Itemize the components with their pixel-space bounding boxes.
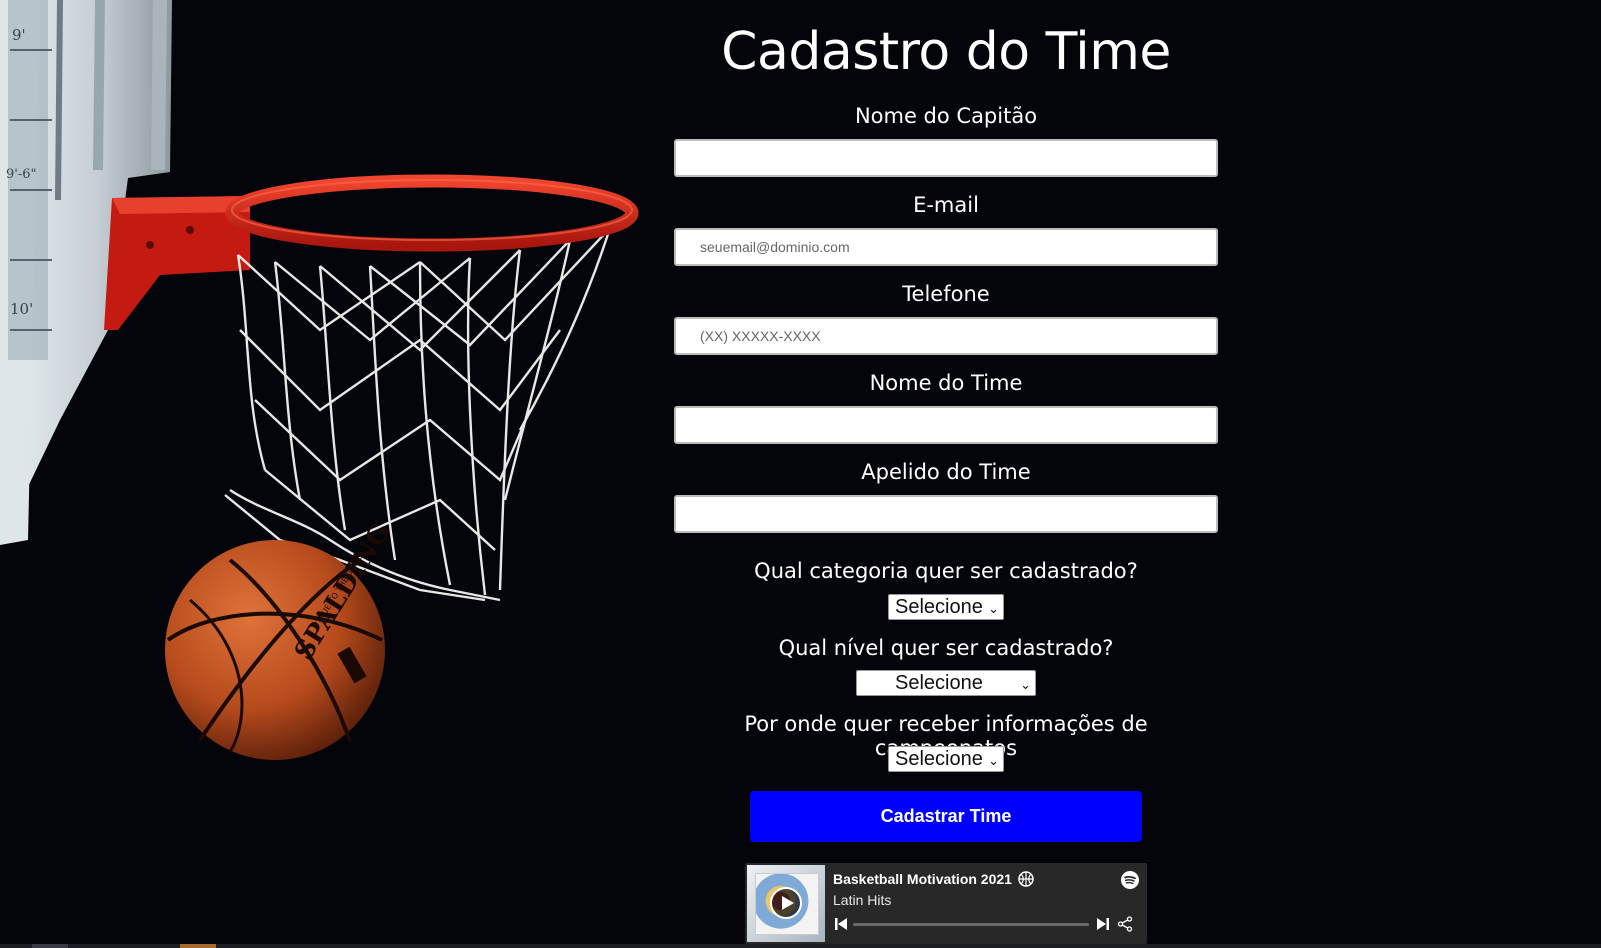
artist-name[interactable]: Latin Hits: [833, 892, 891, 908]
album-cover[interactable]: [747, 865, 825, 942]
track-title-row: Basketball Motivation 2021: [833, 871, 1034, 887]
captain-name-input[interactable]: [674, 139, 1218, 177]
level-select-value: Selecione: [895, 671, 983, 694]
backboard-mark: 9': [12, 26, 26, 44]
backboard-mark: 10': [10, 300, 33, 318]
email-label: E-mail: [913, 193, 979, 217]
category-question: Qual categoria quer ser cadastrado?: [754, 559, 1138, 583]
category-select-value: Selecione: [895, 595, 983, 618]
team-name-input[interactable]: [674, 406, 1218, 444]
play-icon[interactable]: [770, 887, 802, 919]
next-track-icon[interactable]: [1097, 917, 1109, 931]
track-title[interactable]: Basketball Motivation 2021: [833, 871, 1012, 887]
email-input[interactable]: [674, 228, 1218, 266]
info-channel-select-value: Selecione: [895, 747, 983, 770]
basketball: SPALDING TRUE TO THE GAME: [165, 518, 397, 760]
previous-track-icon[interactable]: [835, 917, 847, 931]
info-channel-select[interactable]: Selecione ⌄: [888, 746, 1004, 772]
team-nickname-label: Apelido do Time: [861, 460, 1031, 484]
register-team-button[interactable]: Cadastrar Time: [750, 791, 1142, 842]
taskbar-item[interactable]: [180, 944, 216, 948]
phone-input[interactable]: [674, 317, 1218, 355]
taskbar-strip: [0, 944, 1601, 948]
team-name-label: Nome do Time: [869, 371, 1023, 395]
share-icon[interactable]: [1117, 916, 1133, 932]
chevron-down-icon: ⌄: [988, 600, 999, 616]
basketball-hoop-illustration: 9' 9'-6" 10' SPALDING TRUE TO THE GAME: [0, 0, 639, 760]
progress-bar[interactable]: [853, 923, 1089, 926]
spotify-player: Basketball Motivation 2021 Latin Hits: [745, 863, 1147, 944]
spotify-logo-icon[interactable]: [1121, 871, 1139, 889]
category-select[interactable]: Selecione ⌄: [888, 594, 1004, 620]
taskbar-item[interactable]: [32, 944, 68, 948]
page-title: Cadastro do Time: [721, 22, 1171, 82]
phone-label: Telefone: [902, 282, 990, 306]
chevron-down-icon: ⌄: [1020, 676, 1031, 692]
rim: [225, 174, 639, 252]
level-question: Qual nível quer ser cadastrado?: [778, 636, 1114, 660]
captain-name-label: Nome do Capitão: [854, 104, 1038, 128]
team-registration-form: Cadastro do Time Nome do Capitão E-mail …: [674, 0, 1218, 948]
chevron-down-icon: ⌄: [988, 752, 999, 768]
team-nickname-input[interactable]: [674, 495, 1218, 533]
backboard-mark: 9'-6": [6, 167, 37, 182]
basketball-emoji-icon: [1018, 871, 1034, 887]
level-select[interactable]: Selecione ⌄: [856, 670, 1036, 696]
